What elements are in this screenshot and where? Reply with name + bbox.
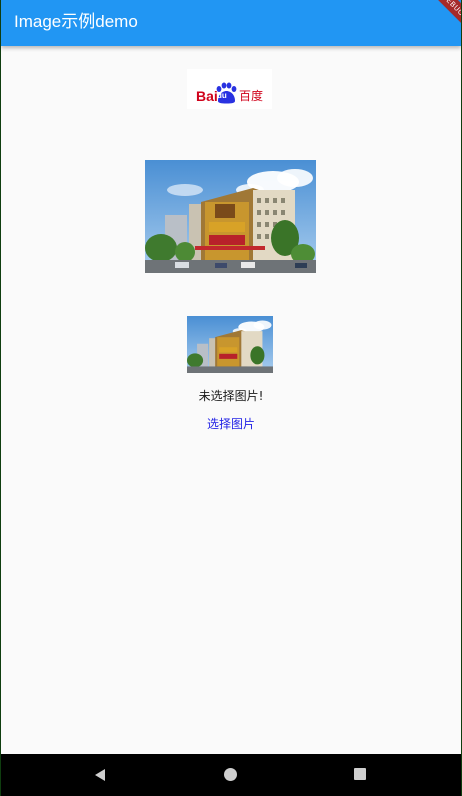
baidu-logo-image: Bai du 百度 — [187, 69, 272, 109]
home-circle-icon[interactable] — [224, 768, 237, 781]
logo-text-cn: 百度 — [239, 89, 264, 103]
no-image-selected-text: 未选择图片! — [198, 389, 264, 403]
system-navigation-bar — [1, 754, 461, 796]
debug-banner: DEBUG — [426, 0, 461, 32]
building-photo-small — [187, 316, 273, 373]
app-bar: Image示例demo DEBUG — [1, 0, 461, 46]
page-title: Image示例demo — [14, 12, 138, 31]
recent-square-icon[interactable] — [354, 768, 366, 780]
building-photo-large — [145, 160, 316, 273]
app-screen: Image示例demo DEBUG Bai du 百度 未选择图片! 选择图片 — [1, 0, 461, 796]
logo-text-du: du — [217, 91, 227, 100]
select-image-button[interactable]: 选择图片 — [191, 412, 271, 436]
back-triangle-icon[interactable] — [93, 768, 107, 782]
